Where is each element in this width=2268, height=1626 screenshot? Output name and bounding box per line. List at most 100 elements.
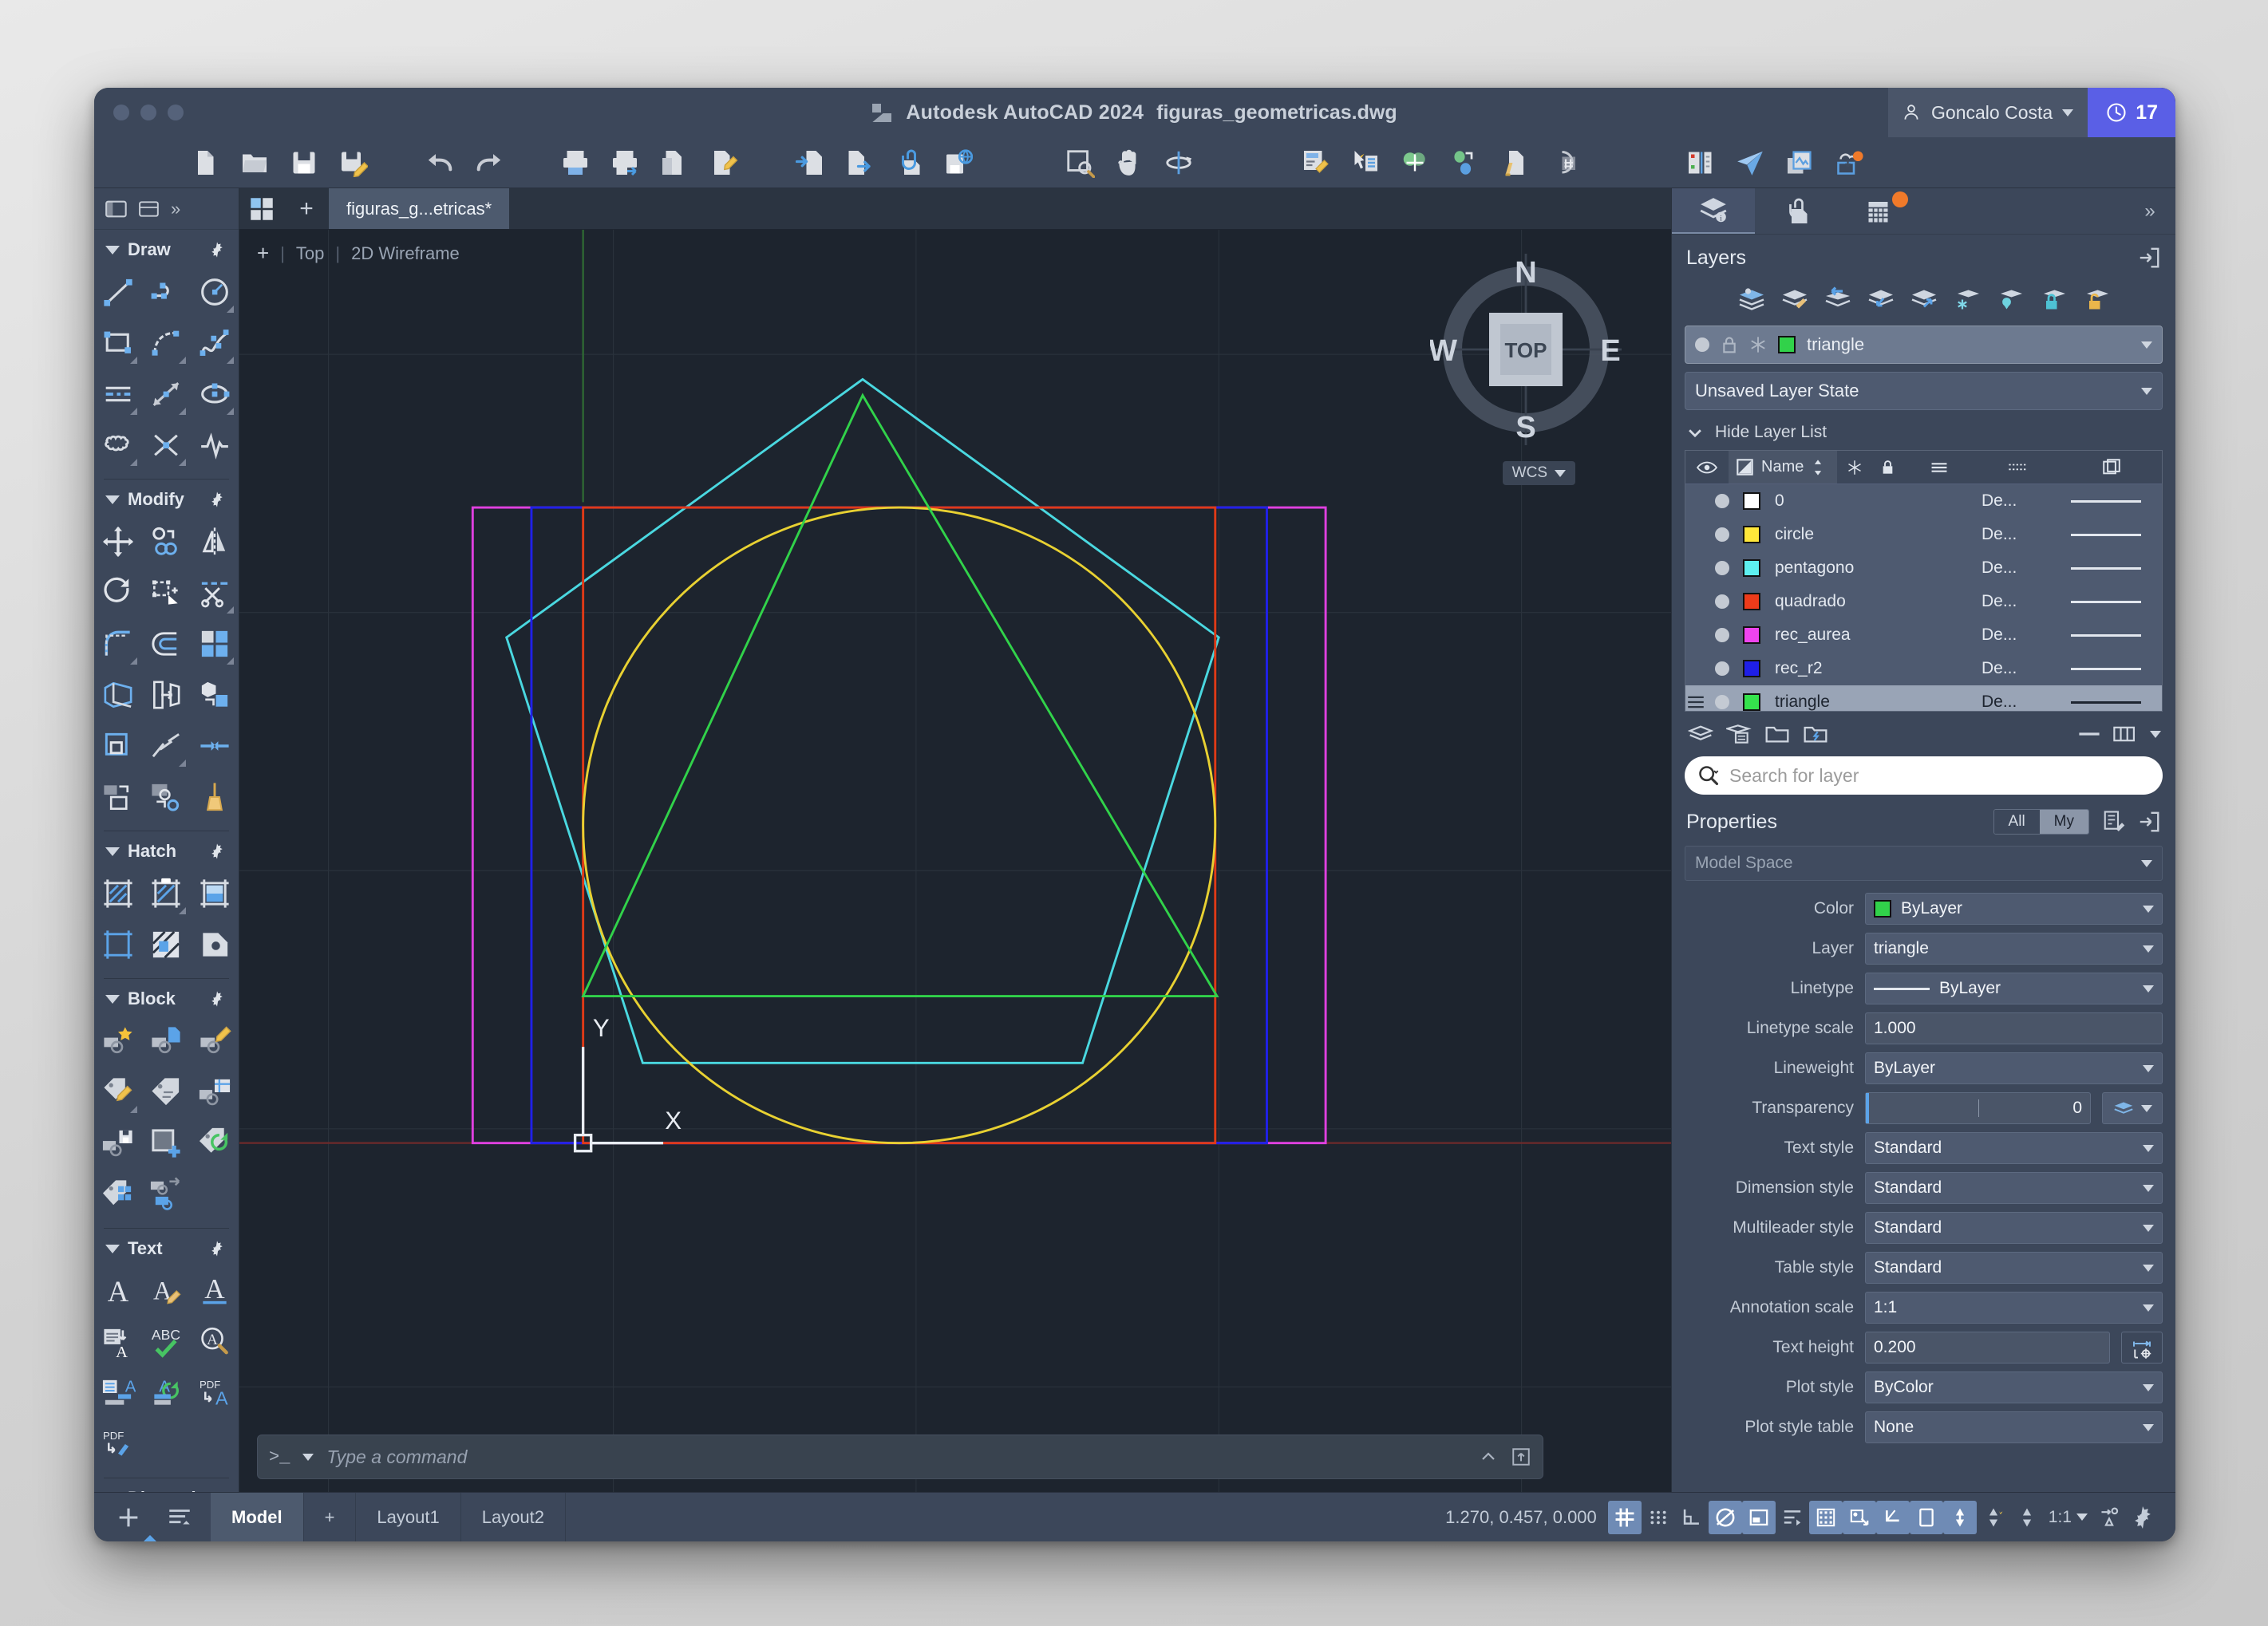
layer-linetype-sample[interactable] xyxy=(2071,566,2141,570)
single-text-icon[interactable]: A xyxy=(94,1265,142,1316)
view-label[interactable]: Top xyxy=(296,243,324,264)
plot-style-selector[interactable]: ByColor xyxy=(1865,1371,2163,1403)
break-icon[interactable] xyxy=(142,720,190,772)
new-layer-icon[interactable] xyxy=(1688,724,1713,744)
linetype-value-selector[interactable]: ByLayer xyxy=(1865,973,2163,1004)
text-height-input[interactable]: 0.200 xyxy=(1865,1332,2110,1364)
viewport-controls-icon[interactable]: + xyxy=(257,241,269,266)
erase-brush-icon[interactable] xyxy=(191,772,239,823)
layer-color-swatch[interactable] xyxy=(1743,492,1760,510)
show-annotation-objects-toggle[interactable] xyxy=(1842,1500,1876,1534)
block-table-icon[interactable] xyxy=(191,1067,239,1118)
object-snap-tracking-toggle[interactable] xyxy=(1776,1501,1809,1534)
window-controls[interactable] xyxy=(113,105,184,120)
minimize-button[interactable] xyxy=(140,105,156,120)
table-row[interactable]: rec_r2 De... xyxy=(1685,652,2162,685)
plot-icon[interactable] xyxy=(551,138,600,187)
purge-icon[interactable] xyxy=(1489,138,1539,187)
model-viewport[interactable]: + | Top | 2D Wireframe Y X TOP N E S W W… xyxy=(239,230,1671,1492)
block-replace-icon[interactable] xyxy=(142,1169,190,1220)
explode-icon[interactable] xyxy=(94,720,142,772)
sheet-set-tab[interactable] xyxy=(1838,188,1921,234)
hatch-icon[interactable] xyxy=(94,868,142,919)
layer-value-selector[interactable]: triangle xyxy=(1865,933,2163,965)
grid-display-toggle[interactable] xyxy=(1607,1500,1642,1534)
layer-visibility-icon[interactable] xyxy=(1715,561,1729,575)
new-layer-vp-frozen-icon[interactable] xyxy=(1726,723,1752,745)
undo-icon[interactable] xyxy=(415,138,464,187)
update-text-icon[interactable]: A xyxy=(142,1367,190,1419)
layer-color-swatch[interactable] xyxy=(1743,526,1760,543)
current-layer-color-swatch[interactable] xyxy=(1778,336,1796,353)
insert-block-icon[interactable] xyxy=(142,1016,190,1067)
region-icon[interactable] xyxy=(191,919,239,970)
slider-handle[interactable] xyxy=(1866,1093,1869,1123)
snap-mode-toggle[interactable] xyxy=(1642,1501,1675,1534)
autoscale-toggle[interactable] xyxy=(2010,1501,2044,1534)
gear-icon[interactable] xyxy=(208,990,226,1008)
new-file-icon[interactable] xyxy=(180,138,230,187)
panel-overflow-button[interactable]: » xyxy=(2124,188,2175,234)
layer-freeze-icon[interactable] xyxy=(1950,282,1985,314)
scale-icon[interactable] xyxy=(142,567,190,618)
text-style-selector[interactable]: Standard xyxy=(1865,1132,2163,1164)
transparency-slider[interactable]: 0 xyxy=(1865,1092,2091,1124)
layer-lineweight[interactable]: De... xyxy=(1982,693,2050,711)
tab-model[interactable]: Model xyxy=(211,1492,304,1541)
close-button[interactable] xyxy=(113,105,129,120)
lineweight-value-selector[interactable]: ByLayer xyxy=(1865,1052,2163,1084)
table-row[interactable]: rec_aurea De... xyxy=(1685,618,2162,652)
spell-check-icon[interactable]: ABC xyxy=(142,1316,190,1367)
annotation-visibility-toggle[interactable] xyxy=(1977,1501,2010,1534)
linetype-column-header[interactable] xyxy=(1974,451,2062,483)
add-layout-button[interactable]: + xyxy=(304,1492,357,1541)
dimension-style-selector[interactable]: Standard xyxy=(1865,1172,2163,1204)
layer-lock-icon[interactable] xyxy=(2036,282,2071,314)
extrude-icon[interactable] xyxy=(94,669,142,720)
chevron-down-icon[interactable] xyxy=(2143,1304,2154,1312)
orbit-icon[interactable] xyxy=(1154,138,1203,187)
3d-move-icon[interactable] xyxy=(191,669,239,720)
rectangle-icon[interactable] xyxy=(94,318,142,369)
layout-icon[interactable] xyxy=(139,199,160,219)
layer-lineweight[interactable]: De... xyxy=(1982,491,2050,511)
layer-color-swatch[interactable] xyxy=(1743,693,1760,711)
lineweight-column-header[interactable] xyxy=(1904,451,1974,483)
layer-search[interactable] xyxy=(1685,756,2163,795)
copy-icon[interactable] xyxy=(142,516,190,567)
layer-match-icon[interactable] xyxy=(1777,282,1812,314)
table-style-selector[interactable]: Standard xyxy=(1865,1252,2163,1284)
add-tab-icon[interactable] xyxy=(115,1504,142,1531)
offset-icon[interactable] xyxy=(142,618,190,669)
pan-icon[interactable] xyxy=(1104,138,1154,187)
search-input[interactable] xyxy=(1729,764,2150,787)
color-value-selector[interactable]: ByLayer xyxy=(1865,893,2163,925)
export-icon[interactable] xyxy=(835,138,884,187)
hide-layer-list-toggle[interactable]: Hide Layer List xyxy=(1672,418,2175,450)
chevron-down-icon[interactable] xyxy=(2143,1383,2154,1391)
chevron-down-icon[interactable] xyxy=(2143,985,2154,993)
fillet-icon[interactable] xyxy=(94,618,142,669)
layer-visibility-icon[interactable] xyxy=(1715,695,1729,709)
open-file-icon[interactable] xyxy=(230,138,279,187)
annotation-scale-selector[interactable]: 1:1 xyxy=(2044,1508,2092,1527)
chevron-down-icon[interactable] xyxy=(2143,1064,2154,1072)
chevron-down-icon[interactable] xyxy=(2143,1184,2154,1192)
ortho-mode-toggle[interactable] xyxy=(1675,1501,1709,1534)
rotate-icon[interactable] xyxy=(94,567,142,618)
chevron-down-icon[interactable] xyxy=(2141,341,2152,349)
gear-icon[interactable] xyxy=(208,843,226,860)
layer-state-selector[interactable]: Unsaved Layer State xyxy=(1685,372,2163,410)
redo-icon[interactable] xyxy=(464,138,514,187)
layer-name[interactable]: triangle xyxy=(1765,693,1982,711)
mirror-icon[interactable] xyxy=(191,516,239,567)
chevron-down-icon[interactable] xyxy=(2150,730,2161,738)
plot-column-header[interactable] xyxy=(2062,451,2163,483)
minus-icon[interactable] xyxy=(2078,730,2100,738)
tab-layout1[interactable]: Layout1 xyxy=(356,1492,461,1541)
chevron-down-icon[interactable] xyxy=(2141,387,2152,395)
quick-properties-icon[interactable] xyxy=(2102,810,2126,834)
layer-name[interactable]: quadrado xyxy=(1765,592,1982,611)
sheet-set-icon[interactable] xyxy=(1676,138,1725,187)
wipeout-icon[interactable] xyxy=(191,420,239,471)
